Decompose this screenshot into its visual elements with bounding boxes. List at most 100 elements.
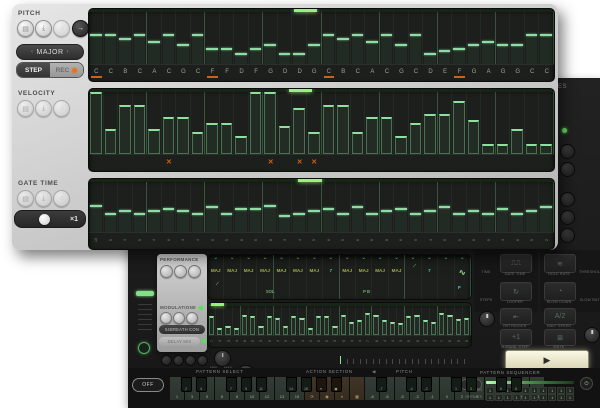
strip-cell[interactable]: [322, 155, 337, 169]
pattern-cell[interactable]: 1: [486, 387, 494, 394]
step-cell[interactable]: [389, 306, 398, 335]
step-cell[interactable]: [510, 182, 525, 232]
step-cell[interactable]: [481, 182, 496, 232]
strip-cell[interactable]: [467, 155, 482, 169]
step-cell[interactable]: [205, 12, 220, 64]
step-cell[interactable]: [496, 12, 511, 64]
step-cell[interactable]: [336, 182, 351, 232]
step-cell[interactable]: [438, 12, 453, 64]
step-cell[interactable]: [118, 182, 133, 232]
performance-button-2[interactable]: [174, 265, 187, 278]
step-cell[interactable]: [405, 306, 414, 335]
strip-cell[interactable]: [336, 155, 351, 169]
step-cell[interactable]: [249, 92, 264, 154]
step-cell[interactable]: [191, 92, 206, 154]
strip-cell[interactable]: [234, 155, 249, 169]
pattern-cell[interactable]: 1: [539, 387, 548, 394]
step-cell[interactable]: [263, 92, 278, 154]
chord-step-cell[interactable]: ⌄: [405, 255, 422, 299]
strip-cell[interactable]: [351, 155, 366, 169]
chord-step-cell[interactable]: ⌄ 7: [323, 255, 340, 299]
modulation-button-3[interactable]: [186, 312, 198, 324]
strip-cell[interactable]: [481, 155, 496, 169]
step-cell[interactable]: [351, 12, 366, 64]
step-cell[interactable]: [89, 12, 104, 64]
chord-step-cell[interactable]: ⌄ MAJ: [290, 255, 307, 299]
step-cell[interactable]: [290, 306, 299, 335]
step-cell[interactable]: [322, 92, 337, 154]
modulation-button-1[interactable]: [160, 312, 172, 324]
step-cell[interactable]: [249, 306, 258, 335]
step-cell[interactable]: [365, 182, 380, 232]
step-cell[interactable]: [394, 12, 409, 64]
velocity-grid-button[interactable]: ▤: [17, 100, 34, 117]
step-cell[interactable]: [307, 182, 322, 232]
step-cell[interactable]: [133, 12, 148, 64]
pattern-cell[interactable]: 1: [530, 387, 539, 394]
gate-time-button[interactable]: ⎍⎍: [500, 254, 532, 273]
edge-knob-4[interactable]: [560, 210, 575, 225]
step-cell[interactable]: [525, 12, 540, 64]
step-cell[interactable]: [292, 92, 307, 154]
scale-prev-caret[interactable]: ‹: [31, 49, 34, 55]
step-cell[interactable]: [336, 12, 351, 64]
step-cell[interactable]: [208, 306, 217, 335]
step-position-ruler[interactable]: [340, 354, 470, 364]
black-key-3[interactable]: 3: [465, 377, 477, 392]
step-cell[interactable]: [257, 306, 266, 335]
step-cell[interactable]: [292, 12, 307, 64]
step-cell[interactable]: [307, 306, 315, 335]
strip-cell[interactable]: [133, 155, 148, 169]
step-cell[interactable]: [266, 306, 274, 335]
pitch-direction-button[interactable]: →: [72, 20, 89, 37]
left-fader-handle[interactable]: [136, 291, 154, 296]
black-key-9[interactable]: 9: [240, 377, 252, 392]
strip-cell[interactable]: ✕: [292, 155, 307, 169]
step-area[interactable]: [208, 306, 471, 335]
black-key-◼[interactable]: ◼: [330, 377, 342, 392]
step-cell[interactable]: [274, 306, 282, 335]
step-cell[interactable]: [162, 182, 177, 232]
step-area[interactable]: [89, 182, 554, 232]
chord-step-cell[interactable]: ⌄ MAJ: [372, 255, 389, 299]
step-cell[interactable]: [510, 92, 525, 154]
black-key--7[interactable]: -7: [375, 377, 387, 392]
gate-slider-knob[interactable]: [39, 213, 50, 225]
strip-cell[interactable]: ✕: [162, 155, 177, 169]
step-cell[interactable]: [147, 182, 162, 232]
performance-display[interactable]: ⌄ MAJ ⌄ MAJ ⌄ MAJ ⌄ MAJ ⌄ MAJ ⌄ MAJ ⌄ MAJ ⌄ 7 ⌄ MAJ ⌄ MAJ ⌄ M…: [207, 254, 472, 300]
strip-cell[interactable]: [249, 155, 264, 169]
pattern-cell[interactable]: 1: [566, 387, 574, 394]
chord-step-cell[interactable]: ⌄ MAJ: [208, 255, 225, 299]
step-cell[interactable]: [220, 182, 235, 232]
half-speed-button[interactable]: A/2: [544, 308, 576, 325]
pattern-cell[interactable]: 1: [557, 387, 566, 394]
step-cell[interactable]: [176, 12, 191, 64]
step-mode-button[interactable]: STEP: [17, 63, 50, 77]
step-cell[interactable]: [539, 92, 554, 154]
step-cell[interactable]: [365, 12, 380, 64]
step-cell[interactable]: [205, 92, 220, 154]
chord-step-cell[interactable]: ⌄ MAJ: [307, 255, 324, 299]
step-cell[interactable]: [249, 12, 264, 64]
edge-knob-3[interactable]: [560, 192, 575, 207]
keyboard-off-button[interactable]: OFF: [132, 378, 164, 392]
key-▦[interactable]: ▦: [350, 377, 365, 400]
chord-step-cell[interactable]: ⌄ 7: [422, 255, 439, 299]
step-cell[interactable]: [322, 182, 337, 232]
pattern-cell[interactable]: 1: [548, 387, 557, 394]
step-cell[interactable]: [104, 182, 119, 232]
manual-step-button[interactable]: +1: [500, 329, 532, 346]
step-cell[interactable]: [224, 306, 233, 335]
strip-cell[interactable]: [89, 155, 104, 169]
pitch-step-display[interactable]: CCBCACGCFFDFGDDGCBCACGCDEFGAGGCC: [88, 8, 555, 82]
step-cell[interactable]: [422, 306, 430, 335]
step-cell[interactable]: [331, 306, 340, 335]
step-cell[interactable]: [413, 306, 422, 335]
step-area[interactable]: [89, 12, 554, 64]
black-key-8[interactable]: 8: [510, 377, 522, 392]
step-cell[interactable]: [446, 306, 455, 335]
step-cell[interactable]: [278, 12, 293, 64]
step-cell[interactable]: [205, 182, 220, 232]
black-key-4[interactable]: 4: [195, 377, 207, 392]
